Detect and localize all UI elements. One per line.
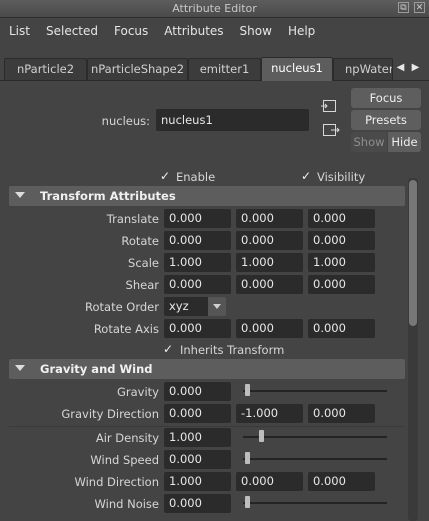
section-transform-attributes[interactable]: Transform Attributes: [9, 186, 405, 206]
wind-direction-y-field[interactable]: 0.000: [236, 472, 303, 491]
float-window-icon[interactable]: ⧉: [398, 2, 409, 13]
scale-label: Scale: [128, 256, 159, 270]
section-title: Gravity and Wind: [40, 362, 153, 376]
presets-button[interactable]: Presets: [351, 110, 421, 130]
wind-speed-slider[interactable]: [243, 458, 387, 460]
wind-noise-slider[interactable]: [243, 502, 387, 504]
input-connections-icon[interactable]: [321, 98, 341, 114]
dropdown-arrow-icon[interactable]: [208, 297, 226, 316]
node-name-label: nucleus:: [101, 114, 150, 128]
wind-speed-field[interactable]: 0.000: [164, 450, 231, 469]
gravity-field[interactable]: 0.000: [164, 382, 231, 401]
air-density-slider-handle[interactable]: [258, 430, 264, 442]
shear-y-field[interactable]: 0.000: [236, 275, 303, 294]
shear-x-field[interactable]: 0.000: [164, 275, 231, 294]
tab-nparticle2[interactable]: nParticle2: [4, 58, 87, 80]
visibility-label: Visibility: [317, 170, 366, 184]
wind-speed-label: Wind Speed: [90, 453, 159, 467]
translate-x-field[interactable]: 0.000: [164, 209, 231, 228]
scale-y-field[interactable]: 1.000: [236, 253, 303, 272]
title-bar: Attribute Editor ⧉ ✕: [0, 0, 429, 18]
scale-z-field[interactable]: 1.000: [308, 253, 375, 272]
window-title: Attribute Editor: [172, 2, 257, 15]
show-button[interactable]: Show: [351, 132, 387, 152]
wind-direction-z-field[interactable]: 0.000: [308, 472, 375, 491]
section-gravity-and-wind[interactable]: Gravity and Wind: [9, 359, 405, 379]
node-tab-bar: nParticle2 nParticleShape2 emitter1 nucl…: [0, 56, 429, 81]
menu-selected[interactable]: Selected: [38, 24, 106, 38]
gravity-direction-z-field[interactable]: 0.000: [308, 404, 375, 423]
visibility-checkbox[interactable]: ✓: [301, 170, 313, 182]
inherits-transform-label: Inherits Transform: [180, 343, 285, 357]
focus-button[interactable]: Focus: [351, 88, 421, 108]
scrollbar-thumb[interactable]: [409, 180, 417, 326]
wind-noise-field[interactable]: 0.000: [164, 494, 231, 513]
menu-list[interactable]: List: [0, 24, 38, 38]
rotate-axis-label: Rotate Axis: [93, 322, 159, 336]
gravity-direction-x-field[interactable]: 0.000: [164, 404, 231, 423]
translate-z-field[interactable]: 0.000: [308, 209, 375, 228]
node-name-field[interactable]: nucleus1: [156, 109, 309, 131]
rotate-x-field[interactable]: 0.000: [164, 231, 231, 250]
hide-button[interactable]: Hide: [388, 132, 421, 152]
gravity-slider-handle[interactable]: [245, 384, 250, 396]
menu-help[interactable]: Help: [280, 24, 323, 38]
rotate-label: Rotate: [121, 234, 159, 248]
enable-checkbox[interactable]: ✓: [160, 170, 172, 182]
menu-focus[interactable]: Focus: [106, 24, 156, 38]
air-density-label: Air Density: [95, 431, 159, 445]
translate-y-field[interactable]: 0.000: [236, 209, 303, 228]
tab-scroll-left-icon[interactable]: ◀: [394, 59, 407, 77]
wind-direction-x-field[interactable]: 1.000: [164, 472, 231, 491]
close-icon[interactable]: ✕: [414, 2, 425, 13]
tab-npwater[interactable]: npWater: [333, 58, 393, 80]
tab-nucleus1[interactable]: nucleus1: [261, 57, 333, 81]
gravity-direction-label: Gravity Direction: [61, 407, 159, 421]
inherits-transform-checkbox[interactable]: ✓: [163, 343, 175, 355]
air-density-field[interactable]: 1.000: [164, 428, 231, 447]
menu-bar: List Selected Focus Attributes Show Help: [0, 18, 429, 44]
output-connections-icon[interactable]: [321, 122, 341, 138]
divider: [9, 426, 405, 427]
shear-label: Shear: [125, 278, 159, 292]
collapse-arrow-icon: [15, 365, 25, 371]
section-title: Transform Attributes: [40, 189, 176, 203]
tab-emitter1[interactable]: emitter1: [188, 58, 261, 80]
shear-z-field[interactable]: 0.000: [308, 275, 375, 294]
gravity-label: Gravity: [116, 385, 159, 399]
rotate-z-field[interactable]: 0.000: [308, 231, 375, 250]
translate-label: Translate: [106, 212, 159, 226]
rotate-axis-y-field[interactable]: 0.000: [236, 319, 303, 338]
wind-direction-label: Wind Direction: [74, 475, 159, 489]
gravity-direction-y-field[interactable]: -1.000: [236, 404, 303, 423]
wind-speed-slider-handle[interactable]: [245, 452, 250, 464]
scrollbar[interactable]: [408, 178, 418, 521]
enable-label: Enable: [176, 170, 216, 184]
tab-scroll-right-icon[interactable]: ▶: [409, 59, 422, 77]
air-density-slider[interactable]: [243, 436, 387, 438]
rotate-order-label: Rotate Order: [85, 300, 159, 314]
collapse-arrow-icon: [15, 192, 25, 198]
scale-x-field[interactable]: 1.000: [164, 253, 231, 272]
rotate-order-dropdown[interactable]: xyz: [164, 297, 210, 316]
rotate-y-field[interactable]: 0.000: [236, 231, 303, 250]
wind-noise-label: Wind Noise: [94, 497, 159, 511]
rotate-axis-z-field[interactable]: 0.000: [308, 319, 375, 338]
rotate-axis-x-field[interactable]: 0.000: [164, 319, 231, 338]
wind-noise-slider-handle[interactable]: [245, 496, 250, 508]
menu-attributes[interactable]: Attributes: [156, 24, 231, 38]
menu-show[interactable]: Show: [232, 24, 280, 38]
gravity-slider[interactable]: [243, 390, 387, 392]
tab-nparticleshape2[interactable]: nParticleShape2: [87, 58, 188, 80]
